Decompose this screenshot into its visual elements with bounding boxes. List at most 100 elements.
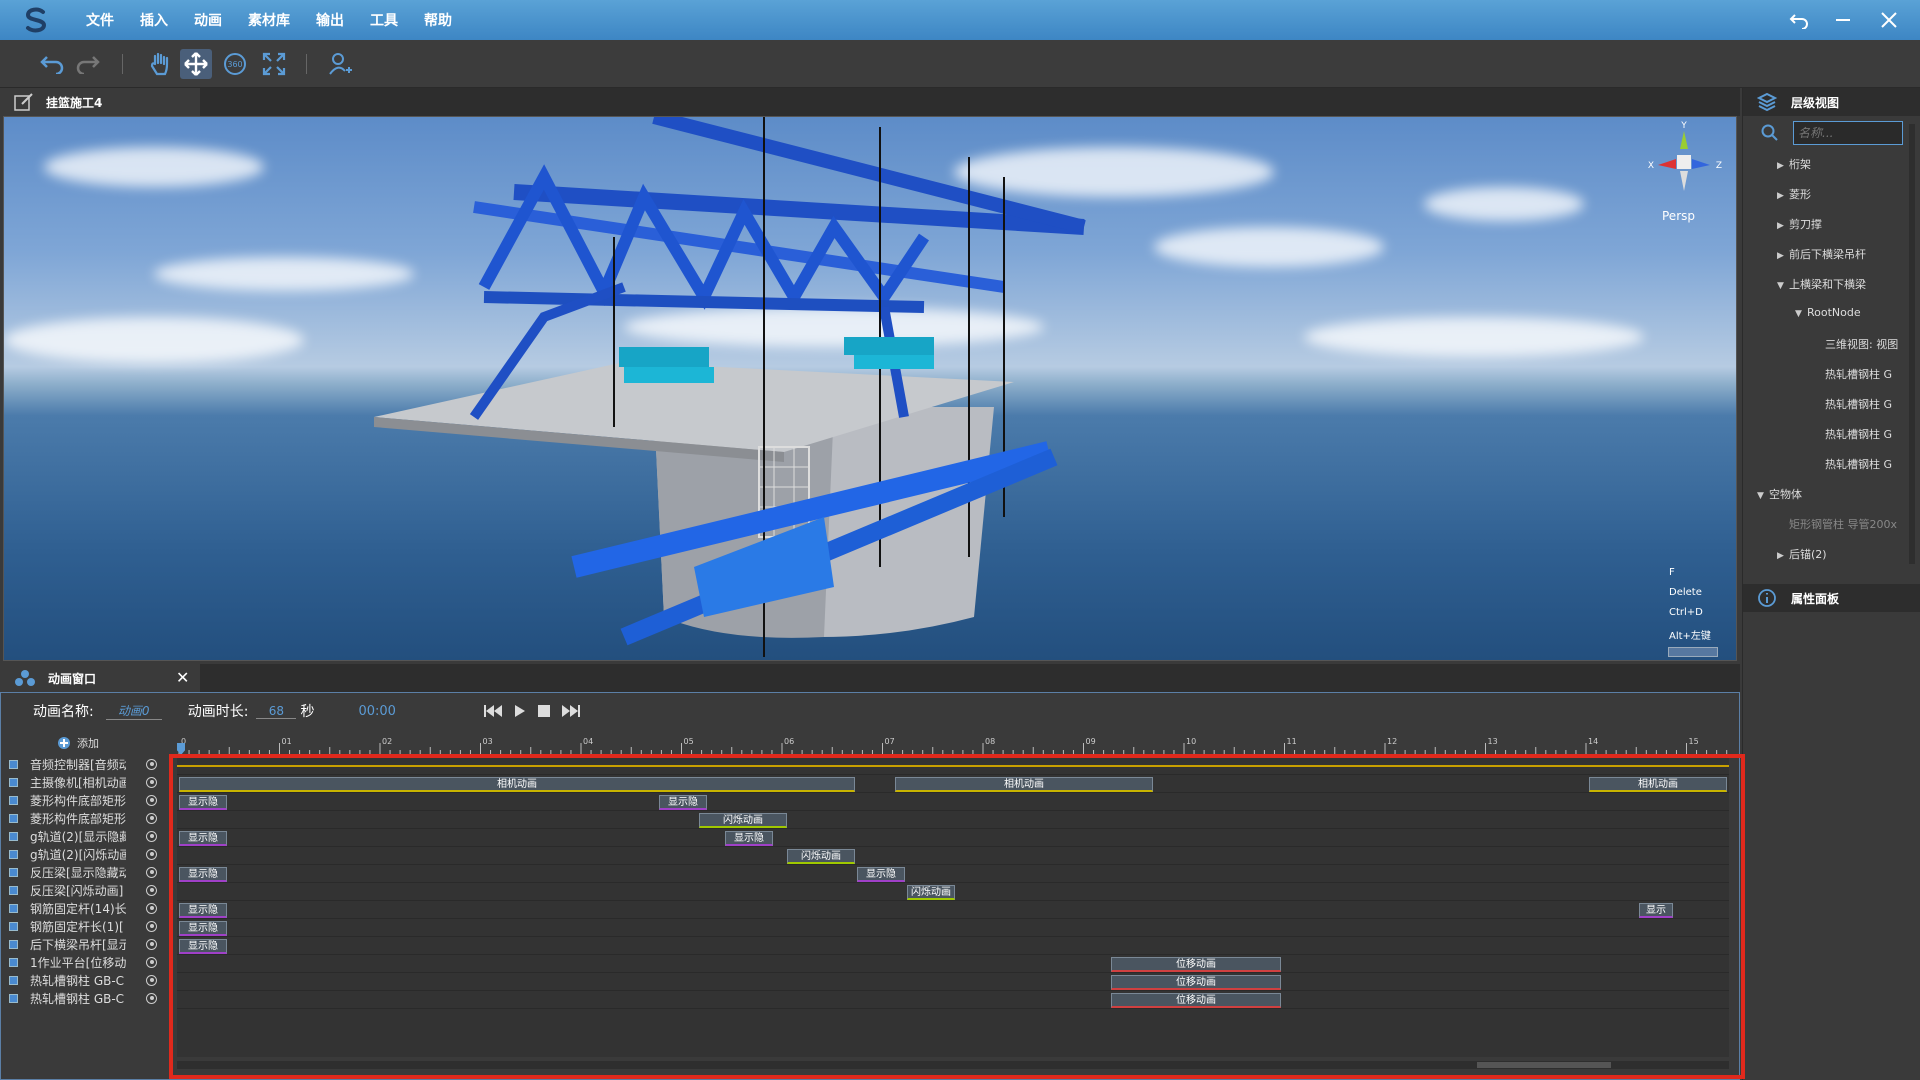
flash-clip[interactable]: 闪烁动画 [907, 885, 955, 900]
track-checkbox[interactable] [9, 903, 18, 913]
show-hide-clip[interactable]: 显示隐 [179, 921, 227, 936]
rotate-360-icon[interactable]: 360 [219, 49, 251, 79]
animation-name-field[interactable]: 动画0 [105, 702, 162, 720]
tree-item[interactable]: ▶ 桁架 [1777, 156, 1920, 172]
eye-icon[interactable] [146, 758, 157, 770]
eye-icon[interactable] [146, 992, 157, 1004]
timeline-ruler[interactable]: 0 01 02 03 04 05 06 07 08 09 10 11 12 13 14 15 [177, 735, 1729, 757]
add-user-icon[interactable] [324, 49, 356, 79]
properties-header[interactable]: 属性面板 [1743, 584, 1920, 612]
track-checkbox[interactable] [9, 795, 18, 805]
track-row[interactable]: 菱形构件底部矩形 [9, 809, 169, 827]
eye-icon[interactable] [146, 776, 157, 788]
show-hide-clip[interactable]: 显示隐 [179, 831, 227, 846]
3d-viewport[interactable]: Y X Z Persp F Delete Ctrl+D Alt+左键 [3, 116, 1737, 661]
track-checkbox[interactable] [9, 813, 18, 823]
track-row[interactable]: 菱形构件底部矩形 [9, 791, 169, 809]
track-row[interactable]: 热轧槽钢柱 GB-C [9, 971, 169, 989]
stop-icon[interactable] [537, 705, 550, 717]
close-button[interactable] [1872, 5, 1906, 35]
track-checkbox[interactable] [9, 777, 18, 787]
tree-item[interactable]: ▶ 菱形 [1777, 186, 1920, 202]
move-clip[interactable]: 位移动画 [1111, 993, 1281, 1008]
track-row[interactable]: 1作业平台[位移动画] [9, 953, 169, 971]
menu-output[interactable]: 输出 [316, 10, 344, 30]
menu-file[interactable]: 文件 [86, 10, 114, 30]
show-hide-clip[interactable]: 显示隐 [179, 795, 227, 810]
camera-clip[interactable]: 相机动画 [179, 777, 855, 792]
viewport-tab[interactable]: 挂篮施工4 [0, 88, 200, 116]
eye-icon[interactable] [146, 938, 157, 950]
hierarchy-search-input[interactable] [1793, 121, 1903, 145]
eye-icon[interactable] [146, 830, 157, 842]
animation-tab[interactable]: 动画窗口 ✕ [0, 664, 200, 692]
play-icon[interactable] [514, 704, 526, 718]
track-checkbox[interactable] [9, 759, 18, 769]
track-checkbox[interactable] [9, 921, 18, 931]
eye-icon[interactable] [146, 848, 157, 860]
undo-window-icon[interactable] [1782, 5, 1816, 35]
animation-duration-field[interactable]: 68 [256, 704, 297, 719]
tree-item[interactable]: ▼ RootNode [1795, 306, 1920, 319]
tree-item[interactable]: ▶ 剪刀撑 [1777, 216, 1920, 232]
tree-item[interactable]: ▼ 上横梁和下横梁 [1777, 276, 1920, 292]
timeline-scrollbar-thumb[interactable] [1477, 1062, 1611, 1068]
camera-clip[interactable]: 相机动画 [895, 777, 1153, 792]
track-row[interactable]: 热轧槽钢柱 GB-C [9, 989, 169, 1007]
track-checkbox[interactable] [9, 993, 18, 1003]
undo-icon[interactable] [36, 49, 68, 79]
tree-item[interactable]: 热轧槽钢柱 G [1813, 456, 1913, 472]
track-checkbox[interactable] [9, 885, 18, 895]
flash-clip[interactable]: 闪烁动画 [699, 813, 787, 828]
tree-item[interactable]: 矩形钢管柱 导管200x [1777, 516, 1911, 532]
tree-item[interactable]: ▶ 后锚(2) [1777, 546, 1920, 562]
eye-icon[interactable] [146, 794, 157, 806]
hierarchy-scrollbar[interactable] [1909, 124, 1915, 564]
close-icon[interactable]: ✕ [176, 668, 189, 687]
eye-icon[interactable] [146, 902, 157, 914]
tree-item[interactable]: ▶ 前后下横梁吊杆 [1777, 246, 1920, 262]
show-hide-clip[interactable]: 显示隐 [179, 867, 227, 882]
hand-pan-icon[interactable] [144, 49, 176, 79]
eye-icon[interactable] [146, 866, 157, 878]
tree-item[interactable]: 三维视图: 视图 [1813, 336, 1913, 352]
track-row[interactable]: g轨道(2)[闪烁动画] [9, 845, 169, 863]
eye-icon[interactable] [146, 812, 157, 824]
track-checkbox[interactable] [9, 867, 18, 877]
tree-item[interactable]: 热轧槽钢柱 G [1813, 426, 1913, 442]
skip-to-end-icon[interactable] [561, 704, 580, 718]
timeline-scrollbar[interactable] [177, 1061, 1729, 1069]
show-hide-clip[interactable]: 显示隐 [725, 831, 773, 846]
show-hide-clip[interactable]: 显示隐 [179, 939, 227, 954]
track-checkbox[interactable] [9, 831, 18, 841]
menu-tools[interactable]: 工具 [370, 10, 398, 30]
minimize-button[interactable] [1826, 5, 1860, 35]
eye-icon[interactable] [146, 920, 157, 932]
menu-animation[interactable]: 动画 [194, 10, 222, 30]
track-row[interactable]: 反压梁[显示隐藏动画] [9, 863, 169, 881]
camera-clip[interactable]: 相机动画 [1589, 777, 1727, 792]
tree-item[interactable]: 热轧槽钢柱 G [1813, 366, 1913, 382]
track-checkbox[interactable] [9, 849, 18, 859]
track-row[interactable]: 钢筋固定杆(14)长 [9, 899, 169, 917]
track-row[interactable]: 反压梁[闪烁动画] [9, 881, 169, 899]
show-hide-clip[interactable]: 显示 [1639, 903, 1673, 918]
redo-icon[interactable] [72, 49, 104, 79]
skip-to-start-icon[interactable] [483, 704, 502, 718]
show-hide-clip[interactable]: 显示隐 [179, 903, 227, 918]
axis-gizmo[interactable]: Y X Z [1644, 121, 1724, 201]
track-checkbox[interactable] [9, 939, 18, 949]
move-clip[interactable]: 位移动画 [1111, 975, 1281, 990]
view-mode-label[interactable]: Persp [1662, 209, 1695, 223]
track-checkbox[interactable] [9, 975, 18, 985]
show-hide-clip[interactable]: 显示隐 [857, 867, 905, 882]
menu-help[interactable]: 帮助 [424, 10, 452, 30]
fit-view-icon[interactable] [258, 49, 290, 79]
flash-clip[interactable]: 闪烁动画 [787, 849, 855, 864]
eye-icon[interactable] [146, 956, 157, 968]
menu-insert[interactable]: 插入 [140, 10, 168, 30]
track-row[interactable]: 后下横梁吊杆[显示 [9, 935, 169, 953]
track-row[interactable]: 音频控制器[音频动画] [9, 755, 169, 773]
show-hide-clip[interactable]: 显示隐 [659, 795, 707, 810]
track-checkbox[interactable] [9, 957, 18, 967]
